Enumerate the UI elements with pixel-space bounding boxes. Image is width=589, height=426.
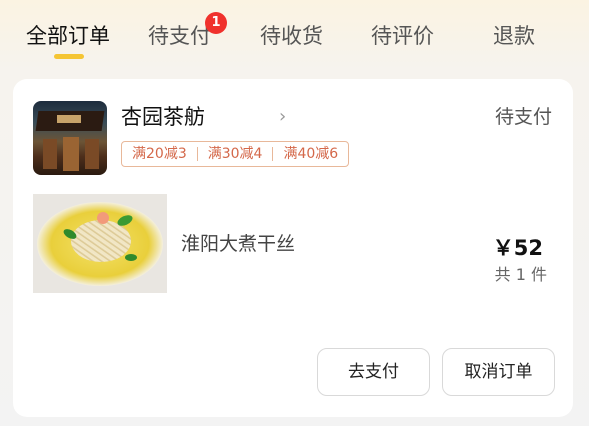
dish-image[interactable] — [33, 194, 167, 293]
order-price: ￥52 — [492, 236, 543, 260]
pay-button[interactable]: 去支付 — [317, 348, 430, 396]
order-card[interactable]: 杏园茶舫 › 待支付 满20减3 满30减4 满40减6 淮阳大煮干丝 ￥52 … — [13, 79, 573, 417]
store-name[interactable]: 杏园茶舫 — [121, 103, 205, 131]
tab-to-pay[interactable]: 待支付 — [148, 18, 211, 54]
tab-to-receive[interactable]: 待收货 — [260, 18, 323, 54]
promotion-tags: 满20减3 满30减4 满40减6 — [121, 141, 350, 167]
to-pay-badge: 1 — [205, 12, 227, 34]
store-image[interactable] — [33, 101, 107, 175]
promo-tag: 满40减6 — [272, 147, 348, 161]
order-status: 待支付 — [494, 106, 552, 128]
item-count: 共 1 件 — [494, 265, 547, 284]
cancel-order-button[interactable]: 取消订单 — [442, 348, 555, 396]
active-tab-indicator — [54, 54, 84, 59]
chevron-right-icon[interactable]: › — [279, 105, 286, 129]
promo-tag: 满20减3 — [132, 146, 187, 162]
promo-tag: 满30减4 — [196, 147, 273, 161]
tab-refund[interactable]: 退款 — [493, 18, 535, 54]
order-tabs: 全部订单 待支付 1 待收货 待评价 退款 — [0, 0, 589, 72]
dish-name: 淮阳大煮干丝 — [181, 233, 296, 255]
tab-to-review[interactable]: 待评价 — [371, 18, 434, 54]
tab-all-orders[interactable]: 全部订单 — [26, 18, 110, 54]
